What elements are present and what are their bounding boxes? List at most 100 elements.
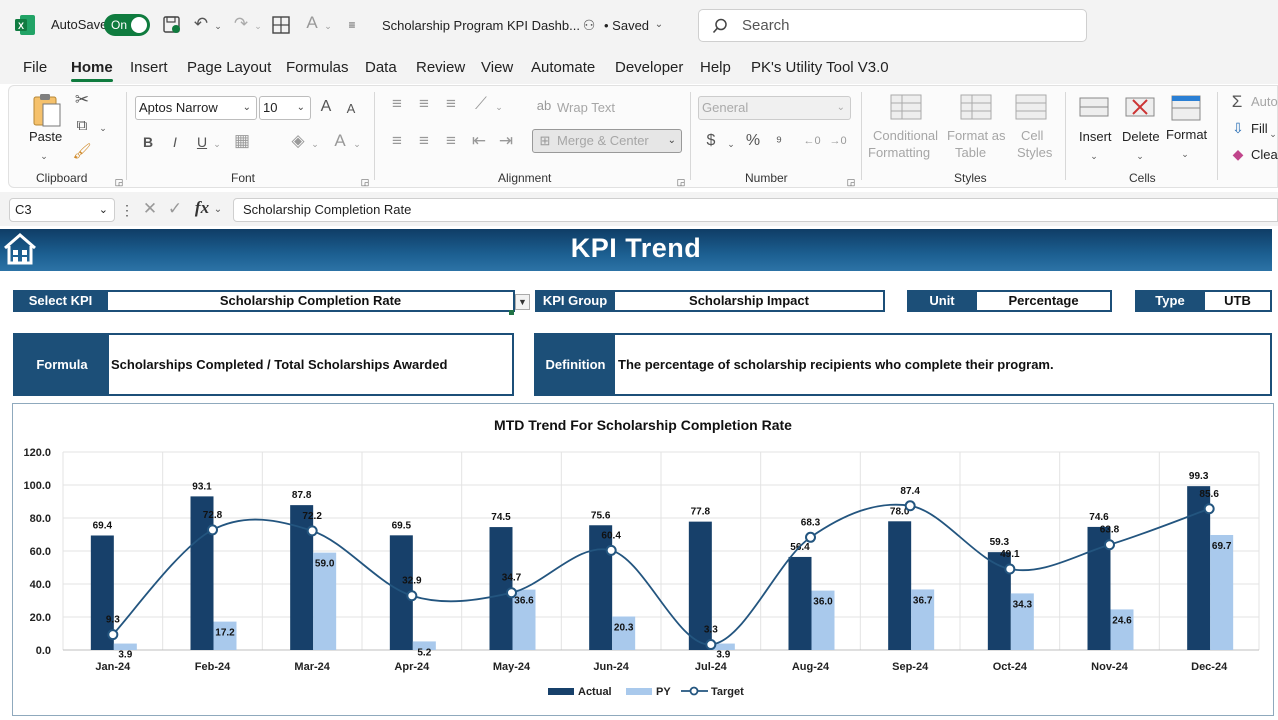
alignment-launcher-icon[interactable]: ◲ bbox=[675, 172, 687, 192]
autosave-toggle[interactable]: On bbox=[104, 14, 150, 36]
search-box[interactable]: Search bbox=[698, 9, 1087, 42]
delete-label[interactable]: Delete bbox=[1122, 129, 1160, 144]
wrap-text-icon[interactable]: ab bbox=[535, 96, 553, 116]
insert-dropdown-icon[interactable]: ⌄ bbox=[1088, 146, 1100, 166]
align-center-icon[interactable]: ≡ bbox=[414, 131, 434, 151]
cell-fill-handle[interactable] bbox=[509, 310, 514, 315]
saved-status[interactable]: • Saved bbox=[604, 16, 649, 36]
comma-style-icon[interactable]: ⁹ bbox=[771, 132, 787, 152]
select-kpi-value[interactable]: Scholarship Completion Rate bbox=[106, 290, 515, 312]
autosum-label[interactable]: Auto bbox=[1251, 94, 1278, 109]
paste-dropdown-icon[interactable]: ⌄ bbox=[37, 146, 51, 166]
borders-ribbon-icon[interactable]: ▦ bbox=[231, 131, 253, 151]
tab-insert[interactable]: Insert bbox=[130, 59, 168, 76]
font-color-dropdown-icon[interactable]: ⌄ bbox=[322, 16, 334, 36]
delete-cells-icon[interactable] bbox=[1125, 94, 1157, 122]
tab-pk-utility[interactable]: PK's Utility Tool V3.0 bbox=[751, 59, 889, 76]
tab-help[interactable]: Help bbox=[700, 59, 731, 76]
font-name-combo[interactable]: Aptos Narrow ⌄ bbox=[135, 96, 257, 120]
tab-developer[interactable]: Developer bbox=[615, 59, 683, 76]
font-color-qat-icon[interactable]: A bbox=[302, 13, 322, 33]
conditional-label[interactable]: Conditional bbox=[873, 128, 938, 143]
tab-page-layout[interactable]: Page Layout bbox=[187, 59, 271, 76]
copy-icon[interactable]: ⧉ bbox=[72, 116, 92, 136]
tab-formulas[interactable]: Formulas bbox=[286, 59, 349, 76]
autosum-icon[interactable]: Σ bbox=[1229, 92, 1245, 112]
decrease-decimal-icon[interactable]: →0 bbox=[827, 131, 849, 151]
format-dropdown-icon[interactable]: ⌄ bbox=[1179, 144, 1191, 164]
paste-icon[interactable] bbox=[31, 92, 63, 128]
save-icon[interactable] bbox=[162, 15, 182, 35]
tab-review[interactable]: Review bbox=[416, 59, 465, 76]
copy-dropdown-icon[interactable]: ⌄ bbox=[97, 118, 109, 138]
increase-font-icon[interactable]: A bbox=[317, 97, 335, 117]
clear-label[interactable]: Clear bbox=[1251, 147, 1278, 162]
cell-styles-icon[interactable] bbox=[1015, 94, 1049, 124]
currency-icon[interactable]: $ bbox=[703, 131, 719, 151]
currency-dropdown-icon[interactable]: ⌄ bbox=[725, 134, 737, 154]
cancel-entry-icon[interactable]: ✕ bbox=[140, 199, 160, 219]
kpi-dropdown-button[interactable]: ▼ bbox=[515, 294, 530, 310]
font-size-combo[interactable]: 10 ⌄ bbox=[259, 96, 311, 120]
fill-color-icon[interactable]: ◈ bbox=[287, 131, 309, 151]
number-format-combo[interactable]: General ⌄ bbox=[698, 96, 851, 120]
increase-decimal-icon[interactable]: ←0 bbox=[801, 131, 823, 151]
decrease-indent-icon[interactable]: ⇤ bbox=[469, 131, 489, 151]
fill-dropdown-icon[interactable]: ⌄ bbox=[1268, 124, 1278, 144]
customize-qat-icon[interactable]: ≡ bbox=[342, 15, 362, 35]
table-label[interactable]: Table bbox=[955, 145, 986, 160]
format-label[interactable]: Format bbox=[1166, 127, 1207, 142]
align-top-icon[interactable]: ≡ bbox=[387, 94, 407, 114]
redo-dropdown-icon[interactable]: ⌄ bbox=[252, 16, 264, 36]
formula-input[interactable]: Scholarship Completion Rate bbox=[233, 198, 1278, 222]
font-launcher-icon[interactable]: ◲ bbox=[359, 172, 371, 192]
format-cells-icon[interactable] bbox=[1171, 92, 1203, 122]
insert-cells-icon[interactable] bbox=[1079, 94, 1111, 122]
conditional-formatting-icon[interactable] bbox=[890, 94, 922, 124]
tab-automate[interactable]: Automate bbox=[531, 59, 595, 76]
formatting-label[interactable]: Formatting bbox=[868, 145, 930, 160]
insert-label[interactable]: Insert bbox=[1079, 129, 1112, 144]
saved-chevron-down-icon[interactable]: ⌄ bbox=[652, 15, 666, 35]
font-color-dropdown-icon[interactable]: ⌄ bbox=[351, 134, 363, 154]
cut-icon[interactable]: ✂ bbox=[72, 90, 92, 110]
styles-label[interactable]: Styles bbox=[1017, 145, 1052, 160]
tab-home[interactable]: Home bbox=[71, 59, 113, 82]
orientation-icon[interactable]: ⟋ bbox=[471, 94, 491, 114]
borders-icon[interactable] bbox=[272, 16, 290, 34]
increase-indent-icon[interactable]: ⇥ bbox=[496, 131, 516, 151]
orientation-dropdown-icon[interactable]: ⌄ bbox=[493, 97, 505, 117]
percent-icon[interactable]: % bbox=[744, 131, 762, 151]
font-color-icon[interactable]: A bbox=[329, 131, 351, 151]
fill-dropdown-icon[interactable]: ⌄ bbox=[309, 134, 321, 154]
undo-icon[interactable]: ↶ bbox=[190, 14, 212, 34]
paste-label[interactable]: Paste bbox=[29, 129, 62, 144]
underline-button[interactable]: U bbox=[194, 132, 210, 152]
wrap-text-label[interactable]: Wrap Text bbox=[557, 100, 615, 115]
tab-view[interactable]: View bbox=[481, 59, 513, 76]
format-as-label[interactable]: Format as bbox=[947, 128, 1006, 143]
underline-dropdown-icon[interactable]: ⌄ bbox=[211, 134, 223, 154]
share-person-icon[interactable]: ⚇ bbox=[580, 15, 598, 35]
undo-dropdown-icon[interactable]: ⌄ bbox=[212, 16, 224, 36]
italic-button[interactable]: I bbox=[167, 132, 183, 152]
decrease-font-icon[interactable]: A bbox=[343, 99, 359, 119]
more-options-icon[interactable]: ⋮ bbox=[120, 200, 134, 220]
merge-center-button[interactable]: ⊞ Merge & Center ⌄ bbox=[532, 129, 682, 153]
chart-container[interactable]: MTD Trend For Scholarship Completion Rat… bbox=[12, 403, 1274, 716]
format-as-table-icon[interactable] bbox=[960, 94, 994, 124]
tab-data[interactable]: Data bbox=[365, 59, 397, 76]
number-launcher-icon[interactable]: ◲ bbox=[845, 172, 857, 192]
fill-label[interactable]: Fill bbox=[1251, 121, 1268, 136]
format-painter-icon[interactable]: 🖌 bbox=[72, 142, 92, 162]
fx-dropdown-icon[interactable]: ⌄ bbox=[212, 200, 224, 220]
insert-function-icon[interactable]: fx bbox=[190, 198, 214, 218]
clear-icon[interactable]: ◆ bbox=[1229, 144, 1247, 164]
bold-button[interactable]: B bbox=[140, 132, 156, 152]
align-middle-icon[interactable]: ≡ bbox=[414, 94, 434, 114]
align-bottom-icon[interactable]: ≡ bbox=[441, 94, 461, 114]
redo-icon[interactable]: ↷ bbox=[230, 14, 252, 34]
fill-icon[interactable]: ⇩ bbox=[1229, 118, 1247, 138]
cell-label[interactable]: Cell bbox=[1021, 128, 1043, 143]
tab-file[interactable]: File bbox=[23, 59, 47, 76]
